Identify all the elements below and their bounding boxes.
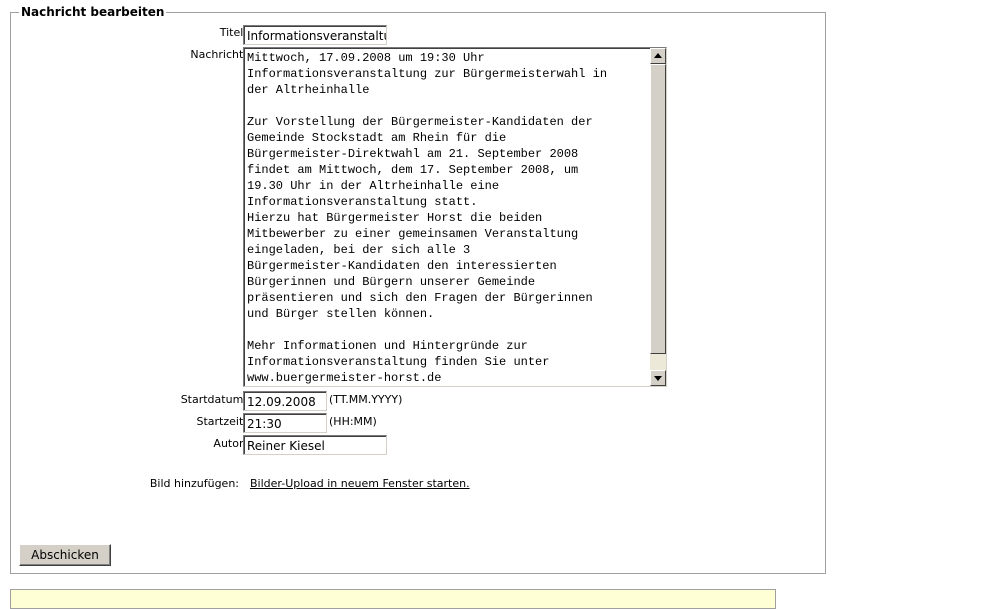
info-box <box>10 589 776 609</box>
nachricht-line <box>247 98 649 114</box>
autor-label: Autor: <box>213 437 247 450</box>
startzeit-label: Startzeit: <box>196 415 248 428</box>
nachricht-label: Nachricht: <box>190 48 247 61</box>
arrow-down-icon <box>654 376 662 381</box>
nachricht-line: Bürgermeister-Direktwahl am 21. Septembe… <box>247 147 579 161</box>
nachricht-line: Informationsveranstaltung zur Bürgermeis… <box>247 67 608 81</box>
bild-label: Bild hinzufügen: <box>149 477 239 490</box>
bilder-upload-link[interactable]: Bilder-Upload in neuem Fenster starten. <box>250 477 470 491</box>
titel-input[interactable]: Informationsveranstaltung <box>243 25 387 45</box>
nachricht-line: www.buergermeister-horst.de <box>247 371 442 385</box>
titel-label: Titel: <box>219 26 247 39</box>
startdatum-input[interactable]: 12.09.2008 <box>243 391 327 411</box>
nachricht-line <box>247 322 649 338</box>
nachricht-line: 19.30 Uhr in der Altrheinhalle eine <box>247 179 500 193</box>
nachricht-textarea[interactable]: Mittwoch, 17.09.2008 um 19:30 Uhr Informa… <box>243 47 667 387</box>
edit-message-fieldset: Nachricht bearbeiten Titel: Informations… <box>10 5 826 574</box>
nachricht-text: Mittwoch, 17.09.2008 um 19:30 Uhr Informa… <box>247 50 649 386</box>
nachricht-line: eingeladen, bei der sich alle 3 <box>247 243 471 257</box>
nachricht-line: findet am Mittwoch, dem 17. September 20… <box>247 163 579 177</box>
nachricht-line: Bürgermeister-Kandidaten den interessier… <box>247 259 557 273</box>
scroll-thumb[interactable] <box>650 64 666 354</box>
nachricht-line: Mehr Informationen und Hintergründe zur <box>247 339 528 353</box>
nachricht-line: präsentieren und sich den Fragen der Bür… <box>247 291 593 305</box>
startdatum-hint: (TT.MM.YYYY) <box>329 393 403 406</box>
fieldset-legend: Nachricht bearbeiten <box>19 5 167 19</box>
scroll-up-button[interactable] <box>650 48 666 64</box>
nachricht-line: und Bürger stellen können. <box>247 307 435 321</box>
scroll-down-button[interactable] <box>650 370 666 386</box>
abschicken-button[interactable]: Abschicken <box>19 544 111 566</box>
startzeit-input[interactable]: 21:30 <box>243 413 327 433</box>
nachricht-line: Informationsveranstaltung statt. <box>247 195 478 209</box>
arrow-up-icon <box>654 53 662 58</box>
startzeit-hint: (HH:MM) <box>329 415 377 428</box>
nachricht-line: Mitbewerber zu einer gemeinsamen Veranst… <box>247 227 579 241</box>
autor-input[interactable]: Reiner Kiesel <box>243 435 387 455</box>
startdatum-label: Startdatum: <box>180 393 247 406</box>
nachricht-line: Informationsveranstaltung finden Sie unt… <box>247 355 550 369</box>
nachricht-line: Bürgerinnen und Bürgern unserer Gemeinde <box>247 275 536 289</box>
nachricht-line: Mittwoch, 17.09.2008 um 19:30 Uhr <box>247 51 485 65</box>
nachricht-line: Gemeinde Stockstadt am Rhein für die <box>247 131 507 145</box>
nachricht-line: der Altrheinhalle <box>247 83 370 97</box>
textarea-scrollbar[interactable] <box>650 48 666 386</box>
nachricht-line: Hierzu hat Bürgermeister Horst die beide… <box>247 211 543 225</box>
nachricht-line: Zur Vorstellung der Bürgermeister-Kandid… <box>247 115 593 129</box>
